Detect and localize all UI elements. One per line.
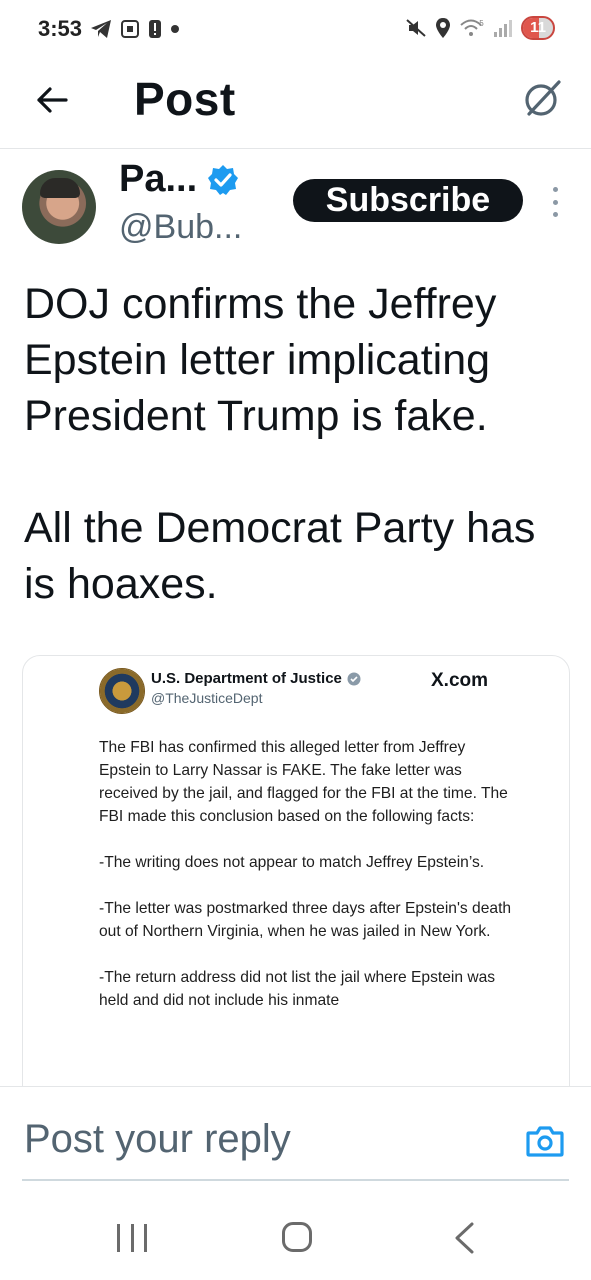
embed-paragraph: -The writing does not appear to match Je… [99,854,485,871]
post-paragraph: All the Democrat Party has is hoaxes. [24,504,536,608]
recents-icon [117,1224,120,1252]
wifi-icon: 5 [460,19,484,36]
reply-divider [22,1179,569,1181]
post-paragraph: DOJ confirms the Jeffrey Epstein letter … [24,280,497,440]
nav-back-icon[interactable] [452,1221,476,1255]
embed-paragraph: -The return address did not list the jai… [99,969,496,1009]
status-bar: 3:53 5 11 [0,0,591,58]
more-dot-icon [552,212,558,217]
embed-handle: @TheJusticeDept [151,690,263,706]
home-button[interactable] [282,1222,312,1252]
recents-button[interactable] [117,1224,147,1252]
embedded-post-screenshot: U.S. Department of Justice @TheJusticeDe… [99,656,529,1116]
more-dot-icon [552,199,558,205]
dot-icon [171,25,180,33]
embed-source: X.com [431,670,489,691]
embed-name-text: U.S. Department of Justice [151,670,342,687]
author-display-name: Pa... [119,158,198,200]
status-time: 3:53 [38,16,83,41]
doj-seal-icon [99,668,145,714]
reply-input[interactable]: Post your reply [24,1117,291,1162]
avatar[interactable] [22,170,96,244]
author-row: Pa... @Bub... Subscribe [0,150,591,260]
telegram-icon [91,20,112,38]
page-title: Post [134,73,236,125]
back-button[interactable] [30,78,74,122]
screenshot-icon [121,20,140,38]
grok-button[interactable] [519,74,567,122]
arrow-left-icon [37,87,68,113]
embed-paragraph: The FBI has confirmed this alleged lette… [99,739,508,825]
camera-icon[interactable] [525,1121,565,1161]
verified-badge-icon [208,164,239,195]
status-left: 3:53 [38,16,180,42]
more-dot-icon [552,187,558,192]
status-right: 5 11 [405,16,555,40]
author-name[interactable]: Pa... [119,158,239,201]
more-options-button[interactable] [545,187,565,217]
post-text: DOJ confirms the Jeffrey Epstein letter … [24,276,572,612]
post-image-card[interactable]: U.S. Department of Justice @TheJusticeDe… [22,655,570,1117]
embed-body: The FBI has confirmed this alleged lette… [99,736,519,1035]
embed-verified-icon [347,672,361,685]
battery-indicator: 11 [521,16,555,40]
mute-icon [406,19,426,37]
location-icon [436,18,451,38]
grok-icon [525,80,561,116]
svg-text:5: 5 [479,19,484,28]
recents-icon [130,1224,134,1252]
author-handle[interactable]: @Bub... [119,208,242,247]
subscribe-button[interactable]: Subscribe [293,179,523,222]
app-header: Post [0,58,591,149]
embed-paragraph: -The letter was postmarked three days af… [99,900,512,940]
reply-composer: Post your reply [0,1086,591,1197]
system-nav-bar [0,1196,591,1280]
embed-account-name: U.S. Department of Justice [151,670,361,687]
alert-icon [149,20,162,38]
signal-icon [494,20,513,37]
recents-icon [144,1224,147,1252]
